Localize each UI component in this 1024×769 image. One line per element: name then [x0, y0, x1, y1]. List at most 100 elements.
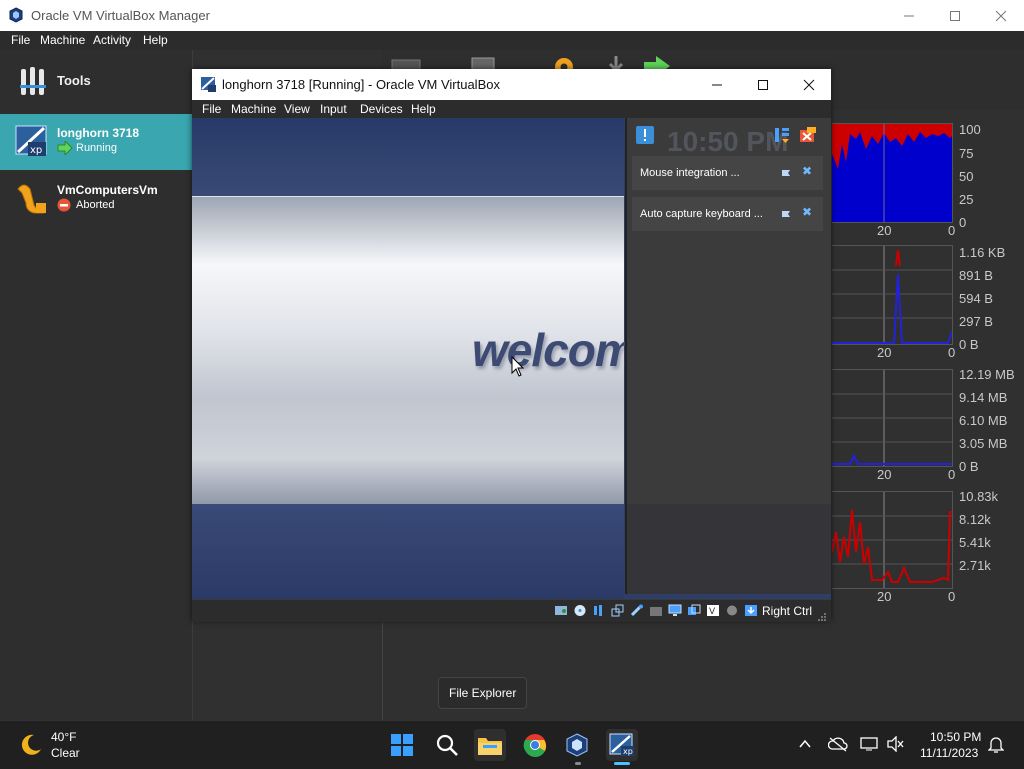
x-tick: 20 [877, 589, 892, 604]
vm-minimize-button[interactable] [694, 69, 740, 100]
vm-menu-machine[interactable]: Machine [231, 102, 276, 116]
net-tick: 10.83k [959, 489, 999, 504]
display-icon[interactable] [668, 604, 682, 617]
windows-xp-os-icon [200, 76, 216, 97]
maximize-button[interactable] [932, 0, 978, 31]
clear-notifications-icon[interactable] [799, 126, 817, 149]
x-tick: 0 [948, 345, 956, 360]
tooltip-text: File Explorer [449, 686, 517, 700]
notification-mouse-integration[interactable]: Mouse integration ... ✖ [632, 156, 823, 190]
taskbar: 40°F Clear xp 10:50 PM 11/11/2023 [0, 720, 1024, 769]
ram-tick: 1.16 KB [959, 245, 1006, 260]
svg-text:V: V [709, 607, 716, 617]
weather-desc[interactable]: Clear [51, 746, 80, 760]
ram-tick: 0 B [959, 337, 979, 352]
network-graph [832, 491, 953, 589]
manager-menubar: File Machine Activity Help [0, 31, 1024, 50]
cpu-graph [832, 123, 953, 223]
network-status-icon[interactable] [860, 736, 878, 757]
video-capture-icon[interactable] [687, 604, 701, 617]
guest-display[interactable]: welcome 10:50 PM Mouse integration ... ✖ [192, 118, 831, 599]
usb-icon[interactable] [630, 604, 644, 617]
notification-center-icon[interactable] [635, 125, 655, 150]
vm-menu-devices[interactable]: Devices [360, 102, 403, 116]
virtualization-icon[interactable]: V [706, 604, 720, 617]
audio-icon[interactable] [592, 604, 606, 617]
net-tick: 5.41k [959, 535, 991, 550]
cloud-offline-icon[interactable] [827, 736, 848, 757]
vm-menu-view[interactable]: View [284, 102, 310, 116]
vm-menubar: File Machine View Input Devices Help [192, 100, 831, 118]
vm-item-vmcomputersvm[interactable]: VmComputersVm Aborted [0, 171, 192, 227]
vm-window-title: longhorn 3718 [Running] - Oracle VM Virt… [222, 77, 500, 92]
disk-tick: 6.10 MB [959, 413, 1008, 428]
cpu-tick: 0 [959, 215, 967, 230]
net-tick: 2.71k [959, 558, 991, 573]
x-tick: 0 [948, 467, 956, 482]
tools-item[interactable]: Tools [0, 50, 192, 112]
menu-help[interactable]: Help [143, 33, 168, 47]
volume-muted-icon[interactable] [886, 735, 904, 757]
vm-item-longhorn[interactable]: xp longhorn 3718 Running [0, 114, 192, 170]
vm-titlebar: longhorn 3718 [Running] - Oracle VM Virt… [192, 69, 831, 100]
file-explorer-icon[interactable] [474, 729, 506, 761]
svg-text:xp: xp [30, 145, 42, 156]
manager-titlebar: Oracle VM VirtualBox Manager [0, 0, 1024, 31]
close-notification-icon[interactable]: ✖ [802, 205, 812, 219]
notification-lower-area [627, 504, 831, 594]
file-explorer-tooltip: File Explorer [438, 677, 527, 709]
ram-tick: 297 B [959, 314, 993, 329]
notification-center: 10:50 PM Mouse integration ... ✖ Auto ca… [625, 118, 831, 594]
weather-temp[interactable]: 40°F [51, 730, 76, 744]
x-tick: 20 [877, 467, 892, 482]
search-icon[interactable] [431, 729, 463, 761]
menu-machine[interactable]: Machine [40, 33, 85, 47]
shared-folders-icon[interactable] [649, 604, 663, 617]
active-indicator [614, 762, 630, 765]
hard-disk-icon[interactable] [554, 604, 568, 617]
tools-icon [18, 65, 48, 102]
menu-activity[interactable]: Activity [93, 33, 131, 47]
vm-window: longhorn 3718 [Running] - Oracle VM Virt… [192, 69, 831, 622]
chevron-up-icon[interactable] [798, 737, 812, 756]
notification-auto-capture-keyboard[interactable]: Auto capture keyboard ... ✖ [632, 197, 823, 231]
cpu-tick: 25 [959, 192, 974, 207]
vm-menu-input[interactable]: Input [320, 102, 347, 116]
minimize-button[interactable] [886, 0, 932, 31]
disk-tick: 9.14 MB [959, 390, 1008, 405]
running-indicator [575, 762, 581, 765]
host-key-label: Right Ctrl [762, 604, 813, 618]
disk-tick: 3.05 MB [959, 436, 1008, 451]
x-tick: 20 [877, 345, 892, 360]
cpu-tick: 50 [959, 169, 974, 184]
keyboard-capture-icon[interactable] [744, 604, 758, 617]
chrome-icon[interactable] [519, 729, 551, 761]
manager-title: Oracle VM VirtualBox Manager [31, 8, 210, 23]
vm-menu-file[interactable]: File [202, 102, 221, 116]
sort-notifications-icon[interactable] [773, 126, 791, 149]
vm-name: longhorn 3718 [57, 126, 140, 140]
ram-tick: 594 B [959, 291, 993, 306]
pin-icon[interactable] [780, 166, 792, 184]
close-notification-icon[interactable]: ✖ [802, 164, 812, 178]
optical-drive-icon[interactable] [573, 604, 587, 617]
menu-file[interactable]: File [11, 33, 30, 47]
notification-bell-icon[interactable] [987, 736, 1005, 759]
mouse-integration-icon[interactable] [725, 604, 739, 617]
pin-icon[interactable] [780, 207, 792, 225]
network-icon[interactable] [611, 604, 625, 617]
virtualbox-app-icon [9, 7, 23, 28]
close-button[interactable] [978, 0, 1024, 31]
vm-statusbar: V Right Ctrl [192, 599, 831, 622]
virtualbox-taskbar-icon[interactable] [561, 729, 593, 761]
vm-taskbar-icon[interactable]: xp [606, 729, 638, 761]
moon-weather-icon[interactable] [18, 732, 44, 763]
vm-menu-help[interactable]: Help [411, 102, 436, 116]
vm-maximize-button[interactable] [740, 69, 786, 100]
start-windows-icon[interactable] [386, 729, 418, 761]
other-os-icon [14, 181, 48, 220]
clock-time[interactable]: 10:50 PM [930, 730, 981, 744]
vm-close-button[interactable] [786, 69, 832, 100]
resize-grip-icon[interactable] [817, 609, 827, 627]
clock-date[interactable]: 11/11/2023 [920, 746, 978, 760]
